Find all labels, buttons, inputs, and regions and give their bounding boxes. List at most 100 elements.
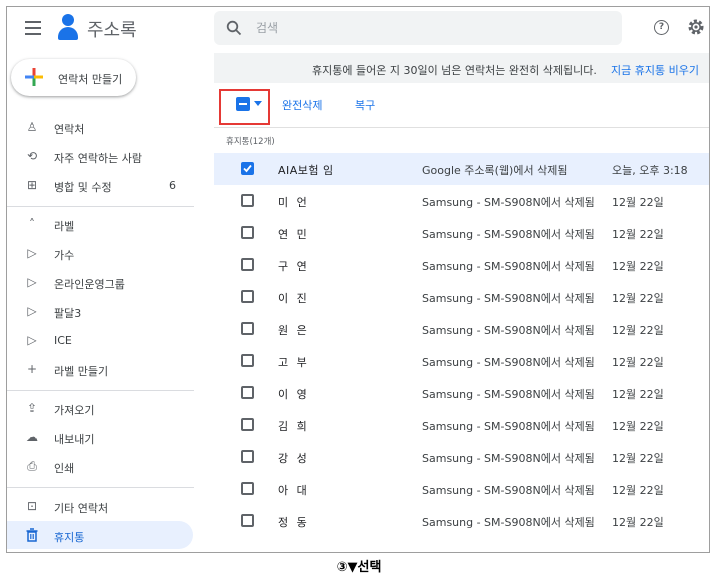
deleted-date: 12월 22일 (612, 356, 664, 369)
row-checkbox[interactable] (241, 450, 254, 463)
sidebar-item-create-label[interactable]: + 라벨 만들기 (7, 355, 193, 383)
chevron-up-icon: ˄ (29, 217, 35, 231)
row-checkbox[interactable] (241, 354, 254, 367)
sidebar-divider (7, 206, 194, 207)
table-row[interactable]: 이 진 Samsung - SM-S908N에서 삭제됨 12월 22일 (214, 281, 709, 313)
table-row[interactable]: 강 성 Samsung - SM-S908N에서 삭제됨 12월 22일 (214, 441, 709, 473)
row-checkbox[interactable] (241, 258, 254, 271)
contact-name: 미 언 (278, 196, 308, 209)
deleted-source: Samsung - SM-S908N에서 삭제됨 (422, 484, 595, 497)
contact-name: 김 희 (278, 420, 308, 433)
sidebar-item-label-online-group[interactable]: ▷ 온라인운영그룹 (7, 268, 193, 296)
table-row[interactable]: 이 영 Samsung - SM-S908N에서 삭제됨 12월 22일 (214, 377, 709, 409)
upload-icon: ⇪ (26, 401, 38, 415)
row-checkbox[interactable] (241, 322, 254, 335)
list-divider (214, 127, 709, 128)
colored-plus-icon (25, 68, 43, 86)
deleted-source: Google 주소록(웹)에서 삭제됨 (422, 164, 568, 177)
sidebar-item-label: 휴지통 (54, 531, 85, 544)
deleted-source: Samsung - SM-S908N에서 삭제됨 (422, 420, 595, 433)
sidebar-item-label: 인쇄 (54, 462, 75, 475)
sidebar-item-frequent[interactable]: ⟲ 자주 연락하는 사람 (7, 142, 193, 170)
select-all-checkbox[interactable] (236, 97, 250, 111)
contact-name: 아 대 (278, 484, 308, 497)
trash-icon (26, 528, 38, 542)
deleted-date: 12월 22일 (612, 452, 664, 465)
table-row[interactable]: 고 부 Samsung - SM-S908N에서 삭제됨 12월 22일 (214, 345, 709, 377)
sidebar-item-label: 기타 연락처 (54, 502, 109, 515)
select-dropdown-arrow-icon[interactable] (254, 101, 262, 106)
deleted-source: Samsung - SM-S908N에서 삭제됨 (422, 516, 595, 529)
table-row[interactable]: 미 언 Samsung - SM-S908N에서 삭제됨 12월 22일 (214, 185, 709, 217)
sidebar-item-label-paldal3[interactable]: ▷ 팔달3 (7, 297, 193, 325)
label-icon: ▷ (27, 275, 37, 289)
deleted-date: 12월 22일 (612, 260, 664, 273)
deleted-date: 12월 22일 (612, 484, 664, 497)
create-contact-button[interactable]: 연락처 만들기 (11, 59, 136, 96)
person-icon: ♙ (26, 120, 38, 134)
table-row[interactable]: 아 대 Samsung - SM-S908N에서 삭제됨 12월 22일 (214, 473, 709, 505)
search-bar[interactable] (214, 11, 622, 45)
sidebar-item-import[interactable]: ⇪ 가져오기 (7, 394, 193, 422)
sidebar-item-contacts[interactable]: ♙ 연락처 (7, 113, 193, 141)
contacts-logo-icon (57, 14, 79, 42)
deleted-source: Samsung - SM-S908N에서 삭제됨 (422, 452, 595, 465)
table-row[interactable]: 정 동 Samsung - SM-S908N에서 삭제됨 12월 22일 (214, 505, 709, 537)
deleted-date: 12월 22일 (612, 228, 664, 241)
sidebar-item-label: ICE (54, 334, 72, 347)
restore-button[interactable]: 복구 (355, 97, 375, 113)
label-icon: ▷ (27, 246, 37, 260)
deleted-date: 12월 22일 (612, 420, 664, 433)
sidebar-item-other-contacts[interactable]: ⊡ 기타 연락처 (7, 492, 193, 520)
deleted-source: Samsung - SM-S908N에서 삭제됨 (422, 356, 595, 369)
search-input[interactable] (256, 19, 596, 37)
row-checkbox[interactable] (241, 290, 254, 303)
table-row[interactable]: 김 희 Samsung - SM-S908N에서 삭제됨 12월 22일 (214, 409, 709, 441)
row-checkbox[interactable] (241, 194, 254, 207)
row-checkbox[interactable] (241, 418, 254, 431)
sidebar-item-label-ice[interactable]: ▷ ICE (7, 326, 193, 354)
help-icon[interactable]: ? (654, 20, 669, 35)
deleted-source: Samsung - SM-S908N에서 삭제됨 (422, 228, 595, 241)
deleted-date: 12월 22일 (612, 516, 664, 529)
table-row[interactable]: 구 연 Samsung - SM-S908N에서 삭제됨 12월 22일 (214, 249, 709, 281)
label-icon: ▷ (27, 304, 37, 318)
sidebar-item-label: 내보내기 (54, 433, 95, 446)
table-row[interactable]: AIA보험 임 Google 주소록(웹)에서 삭제됨 오늘, 오후 3:18 (214, 153, 709, 185)
sidebar-labels-toggle[interactable]: ˄ 라벨 (7, 210, 193, 238)
sidebar-item-label-singer[interactable]: ▷ 가수 (7, 239, 193, 267)
row-checkbox[interactable] (241, 514, 254, 527)
row-checkbox[interactable] (241, 386, 254, 399)
empty-trash-link[interactable]: 지금 휴지통 비우기 (611, 62, 699, 78)
row-checkbox[interactable] (241, 482, 254, 495)
sidebar-item-label: 라벨 (54, 220, 75, 233)
contact-name: 고 부 (278, 356, 308, 369)
row-checkbox[interactable] (241, 226, 254, 239)
deleted-date: 12월 22일 (612, 388, 664, 401)
top-bar: 주소록 ? (7, 7, 709, 53)
cloud-download-icon: ☁ (26, 430, 38, 444)
banner-text: 휴지통에 들어온 지 30일이 넘은 연락처는 완전히 삭제됩니다. (312, 64, 597, 77)
hamburger-menu-icon[interactable] (25, 21, 41, 35)
contact-name: 정 동 (278, 516, 308, 529)
gear-icon[interactable] (687, 18, 705, 36)
contact-name: 이 영 (278, 388, 308, 401)
deleted-source: Samsung - SM-S908N에서 삭제됨 (422, 292, 595, 305)
deleted-date: 12월 22일 (612, 196, 664, 209)
table-row[interactable]: 원 은 Samsung - SM-S908N에서 삭제됨 12월 22일 (214, 313, 709, 345)
contact-name: 구 연 (278, 260, 308, 273)
contact-name: 강 성 (278, 452, 308, 465)
sidebar-item-export[interactable]: ☁ 내보내기 (7, 423, 193, 451)
merge-icon: ⊞ (26, 178, 38, 192)
delete-forever-button[interactable]: 완전삭제 (282, 97, 322, 113)
sidebar-item-print[interactable]: ⎙ 인쇄 (7, 452, 193, 480)
trash-count-label: 휴지통(12개) (226, 137, 275, 147)
sidebar-item-merge[interactable]: ⊞ 병합 및 수정 6 (7, 171, 193, 199)
sidebar-item-label: 팔달3 (54, 307, 82, 320)
table-row[interactable]: 연 민 Samsung - SM-S908N에서 삭제됨 12월 22일 (214, 217, 709, 249)
row-checkbox-checked[interactable] (241, 162, 254, 175)
sidebar-item-trash[interactable]: 휴지통 (7, 521, 193, 549)
deleted-source: Samsung - SM-S908N에서 삭제됨 (422, 388, 595, 401)
label-icon: ▷ (27, 333, 37, 347)
contact-name: 원 은 (278, 324, 308, 337)
